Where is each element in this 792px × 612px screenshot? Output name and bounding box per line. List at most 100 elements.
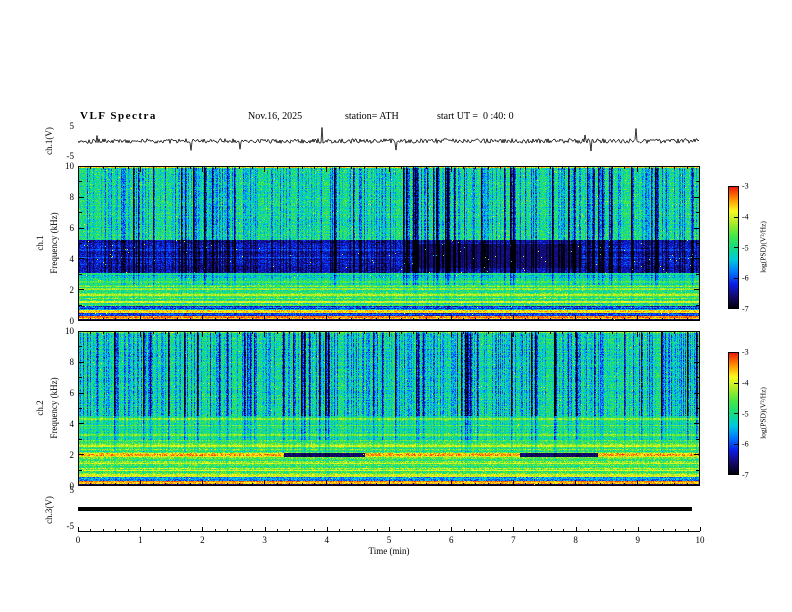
axis-tick-mark: [314, 529, 315, 531]
station-label: station= ATH: [345, 111, 399, 122]
ch3-voltage-axis-label-text: ch.3(V): [44, 496, 54, 524]
colorbar2-tick-label: -6: [742, 439, 749, 449]
axis-tick-mark: [252, 529, 253, 531]
ch1-waveform-plot: [78, 124, 700, 158]
time-tick-label: 7: [511, 535, 516, 545]
axis-tick-mark: [103, 529, 104, 531]
colorbar1-tick-label: -5: [742, 243, 749, 252]
freq-tick-label: 8: [69, 192, 75, 202]
axis-tick-mark: [451, 529, 452, 531]
axis-tick-mark: [128, 529, 129, 531]
colorbar1-tick-label: -6: [742, 273, 749, 283]
axis-tick-mark: [625, 529, 626, 531]
freq-tick-label: 6: [69, 388, 75, 398]
freq-tick-label: 6: [69, 223, 75, 233]
freq-tick-label: 0: [69, 316, 75, 326]
vlf-spectra-figure: VLF Spectra Nov.16, 2025 station= ATH st…: [0, 0, 792, 612]
time-tick-label: 10: [695, 535, 705, 545]
axis-tick-mark: [476, 529, 477, 531]
axis-tick-mark: [178, 529, 179, 531]
time-axis-label: Time (min): [368, 546, 410, 556]
axis-tick-mark: [551, 529, 552, 531]
axis-tick-mark: [165, 529, 166, 531]
time-tick-label: 9: [635, 535, 641, 545]
freq-tick-label: 4: [69, 419, 75, 429]
axis-tick-mark: [302, 529, 303, 531]
axis-tick-mark: [140, 529, 141, 531]
axis-tick-mark: [202, 529, 203, 531]
colorbar-ch1: [728, 186, 739, 309]
time-tick-label: 3: [262, 535, 267, 545]
axis-tick-mark: [501, 529, 502, 531]
axis-tick-mark: [538, 529, 539, 531]
ch1-voltage-tick-label: -5: [66, 151, 75, 161]
axis-tick-mark: [700, 529, 701, 531]
time-tick-label: 0: [75, 535, 81, 545]
ch3-flatline: [78, 507, 692, 511]
axis-tick-mark: [327, 529, 328, 531]
axis-tick-mark: [563, 529, 564, 531]
time-tick-label: 8: [573, 535, 578, 545]
colorbar1-tick-label: -4: [742, 212, 749, 222]
ch1-voltage-tick-label: 5: [69, 121, 75, 131]
axis-tick-mark: [190, 529, 191, 531]
axis-tick-mark: [513, 529, 514, 531]
axis-tick-mark: [265, 529, 266, 531]
axis-tick-mark: [638, 529, 639, 531]
axis-tick-mark: [464, 529, 465, 531]
axis-tick-mark: [613, 529, 614, 531]
time-tick-label: 4: [324, 535, 330, 545]
axis-tick-mark: [115, 529, 116, 531]
axis-tick-mark: [401, 529, 402, 531]
axis-tick-mark: [576, 529, 577, 531]
ch3-voltage-tick-label: 5: [69, 485, 75, 495]
axis-tick-mark: [650, 529, 651, 531]
colorbar2-tick-label: -3: [742, 347, 749, 357]
axis-tick-mark: [426, 529, 427, 531]
axis-tick-mark: [600, 529, 601, 531]
ch3-voltage-tick-label: -5: [66, 521, 75, 531]
axis-tick-mark: [389, 529, 390, 531]
axis-tick-mark: [78, 529, 79, 531]
axis-tick-mark: [439, 529, 440, 531]
ch1-channel-label-text: ch.1: [35, 235, 45, 251]
axis-tick-mark: [90, 529, 91, 531]
start-ut-label: start UT = 0 :40: 0: [437, 111, 514, 122]
time-axis: [78, 531, 700, 532]
freq-tick-label: 8: [69, 357, 75, 367]
colorbar1-tick-label: -7: [742, 304, 749, 314]
axis-tick-mark: [663, 529, 664, 531]
ch1-spectrogram: [78, 166, 700, 321]
time-tick-label: 6: [448, 535, 454, 545]
axis-tick-mark: [240, 529, 241, 531]
axis-tick-mark: [526, 529, 527, 531]
colorbar-ch2: [728, 352, 739, 475]
freq-tick-label: 4: [69, 254, 75, 264]
ch2-spectrogram: [78, 331, 700, 486]
axis-tick-mark: [352, 529, 353, 531]
colorbar2-tick-label: -5: [742, 409, 749, 418]
colorbar2-tick-label: -4: [742, 378, 749, 388]
axis-tick-mark: [688, 529, 689, 531]
axis-tick-mark: [414, 529, 415, 531]
axis-tick-mark: [153, 529, 154, 531]
freq-tick-label: 2: [69, 450, 75, 460]
time-tick-label: 5: [386, 535, 392, 545]
axis-tick-mark: [227, 529, 228, 531]
freq-tick-label: 10: [65, 326, 74, 336]
axis-tick-mark: [489, 529, 490, 531]
ch2-channel-label-text: ch.2: [35, 400, 45, 416]
figure-title: VLF Spectra: [80, 110, 157, 122]
axis-tick-mark: [588, 529, 589, 531]
axis-tick-mark: [289, 529, 290, 531]
ch1-frequency-axis-label-text: Frequency (kHz): [49, 212, 59, 274]
colorbar1-tick-label: -3: [742, 181, 749, 191]
axis-tick-mark: [364, 529, 365, 531]
axis-tick-mark: [377, 529, 378, 531]
figure-date: Nov.16, 2025: [248, 111, 303, 122]
time-tick-label: 1: [137, 535, 143, 545]
colorbar2-tick-label: -7: [742, 470, 749, 480]
freq-tick-label: 10: [65, 161, 74, 171]
axis-tick-mark: [277, 529, 278, 531]
axis-tick-mark: [215, 529, 216, 531]
